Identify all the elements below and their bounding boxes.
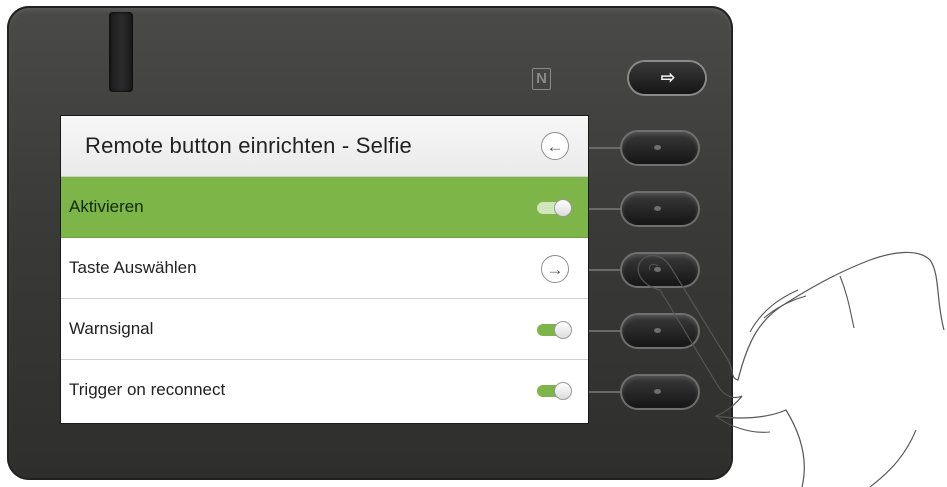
key-connector [588,147,624,149]
list-item-label: Aktivieren [69,197,144,216]
pointing-hand-illustration [637,251,945,487]
list-item-label: Warnsignal [69,319,154,338]
softkey-1-button[interactable] [622,132,698,164]
softkey-2-button[interactable] [622,193,698,225]
nfc-icon: N [532,68,551,90]
handset-slot [109,12,133,92]
display-screen: Remote button einrichten - Selfie ← Akti… [61,116,588,423]
list-item-warnsignal[interactable]: Warnsignal [61,299,588,360]
exit-key-button[interactable]: ⇨ [629,62,705,94]
key-connector [588,391,624,393]
key-connector [588,330,624,332]
arrow-right-icon[interactable]: → [541,255,569,283]
toggle-knob [554,321,572,339]
toggle-knob [554,382,572,400]
list-item-aktivieren[interactable]: Aktivieren [61,177,588,238]
key-dot [654,145,661,150]
back-icon[interactable]: ← [541,132,569,160]
page-title: Remote button einrichten - Selfie [85,133,412,158]
exit-icon: ⇨ [660,68,676,87]
list-item-taste-auswaehlen[interactable]: Taste Auswählen → [61,238,588,299]
toggle-knob [554,199,572,217]
aktivieren-toggle[interactable] [537,199,572,217]
key-dot [654,206,661,211]
list-item-label: Trigger on reconnect [69,380,226,399]
key-connector [588,269,624,271]
key-connector [588,208,624,210]
list-item-trigger-on-reconnect[interactable]: Trigger on reconnect [61,360,588,421]
trigger-on-reconnect-toggle[interactable] [537,382,572,400]
warnsignal-toggle[interactable] [537,321,572,339]
screen-header: Remote button einrichten - Selfie ← [61,116,588,177]
list-item-label: Taste Auswählen [69,258,197,277]
